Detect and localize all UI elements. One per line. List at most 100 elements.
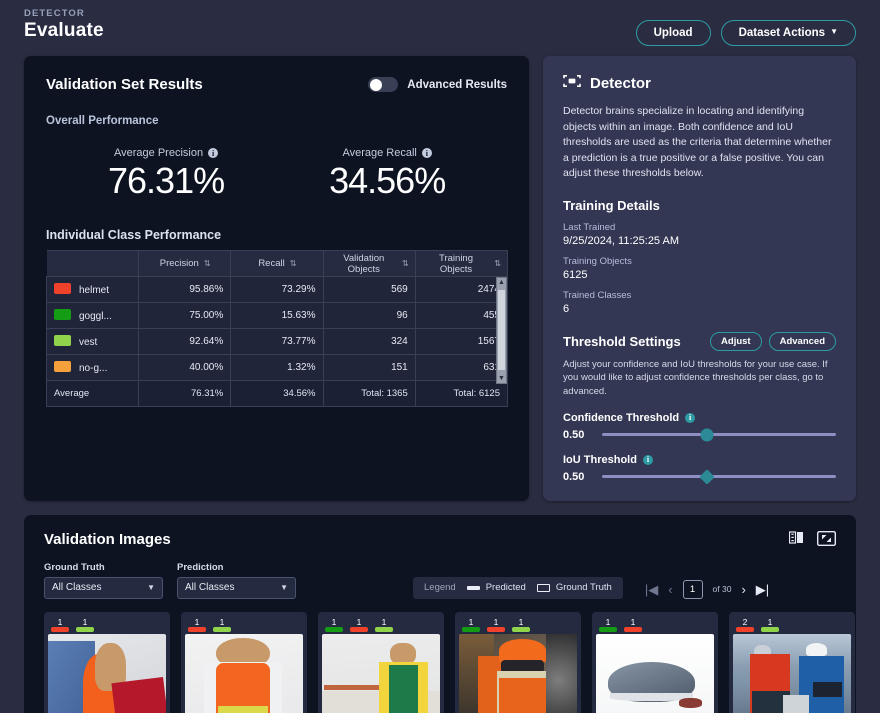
predicted-badges: 111: [459, 616, 577, 634]
scrollbar-thumb[interactable]: [498, 290, 505, 370]
validation-image-card[interactable]: 111: [592, 612, 718, 713]
detector-info-panel: Detector Detector brains specialize in l…: [543, 56, 856, 501]
iou-threshold-row: 0.50: [563, 471, 836, 483]
prev-page-icon[interactable]: ‹: [668, 583, 672, 596]
badge-color-chip: [462, 627, 480, 632]
table-row[interactable]: helmet 95.86% 73.29% 569 2474: [47, 277, 508, 303]
table-row[interactable]: vest 92.64% 73.77% 324 1567: [47, 329, 508, 355]
total-validation-objects: Total: 1365: [323, 381, 415, 407]
sort-icon[interactable]: ⇅: [290, 260, 296, 267]
breadcrumb: DETECTOR: [24, 8, 104, 19]
badge-count: 1: [512, 617, 530, 627]
training-objects-cell: 2474: [415, 277, 507, 303]
info-icon[interactable]: i: [208, 148, 218, 158]
validation-image-thumbnail[interactable]: [322, 634, 440, 713]
predicted-badge: 1: [350, 617, 368, 632]
metric-average-recall: Average Recall i 34.56%: [329, 147, 445, 202]
validation-image-card[interactable]: 21222: [729, 612, 855, 713]
legend-item-predicted: Predicted: [467, 582, 526, 593]
legend-predicted-label: Predicted: [486, 582, 526, 593]
first-page-icon[interactable]: |◀: [645, 583, 658, 596]
toggle-switch[interactable]: [368, 77, 398, 92]
training-objects-cell: 1567: [415, 329, 507, 355]
info-icon[interactable]: i: [643, 455, 653, 465]
badge-color-chip: [350, 627, 368, 632]
dataset-actions-label: Dataset Actions: [739, 27, 826, 39]
prediction-select[interactable]: All Classes ▼: [177, 577, 296, 599]
page-title: Evaluate: [24, 20, 104, 42]
class-color-swatch: [54, 361, 71, 372]
predicted-badge: 2: [736, 617, 754, 632]
badge-count: 1: [487, 617, 505, 627]
table-row[interactable]: goggl... 75.00% 15.63% 96 455: [47, 303, 508, 329]
predicted-badge: 1: [761, 617, 779, 632]
advanced-button[interactable]: Advanced: [769, 332, 836, 351]
info-icon[interactable]: i: [685, 413, 695, 423]
validation-image-thumbnail[interactable]: [733, 634, 851, 713]
sort-icon[interactable]: ⇅: [402, 260, 408, 267]
iou-threshold-slider[interactable]: [602, 475, 836, 478]
slider-thumb[interactable]: [700, 469, 716, 485]
confidence-threshold-value: 0.50: [563, 429, 591, 441]
adjust-button[interactable]: Adjust: [710, 332, 762, 351]
training-objects-value: 6125: [563, 269, 836, 281]
column-header-recall[interactable]: Recall⇅: [231, 251, 323, 277]
sort-icon[interactable]: ⇅: [204, 260, 210, 267]
scroll-up-icon[interactable]: ▲: [498, 278, 505, 287]
chevron-down-icon: ▼: [147, 583, 155, 592]
column-header-validation-objects[interactable]: Validation Objects⇅: [323, 251, 415, 277]
badge-color-chip: [736, 627, 754, 632]
average-precision: 76.31%: [139, 381, 231, 407]
badge-color-chip: [76, 627, 94, 632]
average-label: Average: [47, 381, 139, 407]
slider-thumb[interactable]: [701, 428, 714, 441]
last-trained-value: 9/25/2024, 11:25:25 AM: [563, 235, 836, 247]
page-number-input[interactable]: 1: [683, 580, 703, 599]
validation-image-thumbnail[interactable]: [596, 634, 714, 713]
last-page-icon[interactable]: ▶|: [756, 583, 769, 596]
ground-truth-select[interactable]: All Classes ▼: [44, 577, 163, 599]
predicted-badges: 11: [185, 616, 303, 634]
last-trained-label: Last Trained: [563, 222, 836, 233]
table-header-row: Precision⇅ Recall⇅ Validation Objects⇅ T…: [47, 251, 508, 277]
split-view-icon[interactable]: [789, 531, 805, 550]
scroll-down-icon[interactable]: ▼: [498, 374, 505, 383]
info-icon[interactable]: i: [422, 148, 432, 158]
validation-images-panel: Validation Images Gr: [24, 515, 856, 713]
metric-average-precision: Average Precision i 76.31%: [108, 147, 224, 202]
column-header-precision[interactable]: Precision⇅: [139, 251, 231, 277]
class-name: no-g...: [79, 363, 107, 374]
column-header-training-objects[interactable]: Training Objects⇅: [415, 251, 507, 277]
table-scrollbar[interactable]: ▲ ▼: [496, 277, 507, 384]
confidence-threshold-label: Confidence Threshold i: [563, 412, 836, 424]
predicted-badge: 1: [213, 617, 231, 632]
table-average-row: Average 76.31% 34.56% Total: 1365 Total:…: [47, 381, 508, 407]
predicted-badges: 11: [596, 616, 714, 634]
class-performance-table-wrapper: Precision⇅ Recall⇅ Validation Objects⇅ T…: [46, 250, 508, 407]
table-row[interactable]: no-g... 40.00% 1.32% 151 631: [47, 355, 508, 381]
dataset-actions-button[interactable]: Dataset Actions▼: [721, 20, 856, 46]
metric-label-text: Average Precision: [114, 147, 203, 159]
validation-image-thumbnail[interactable]: [185, 634, 303, 713]
validation-image-card[interactable]: 11111: [181, 612, 307, 713]
class-color-swatch: [54, 283, 71, 294]
table-header: Precision⇅ Recall⇅ Validation Objects⇅ T…: [47, 251, 508, 277]
ground-truth-select-value: All Classes: [52, 582, 101, 593]
legend-ground-truth-label: Ground Truth: [556, 582, 612, 593]
validation-image-thumbnail[interactable]: [48, 634, 166, 713]
next-page-icon[interactable]: ›: [741, 583, 745, 596]
expand-icon[interactable]: [817, 531, 836, 551]
confidence-threshold-slider[interactable]: [602, 433, 836, 436]
class-performance-table: Precision⇅ Recall⇅ Validation Objects⇅ T…: [46, 250, 508, 407]
advanced-results-toggle[interactable]: Advanced Results: [368, 77, 507, 92]
validation-image-thumbnail[interactable]: [459, 634, 577, 713]
validation-image-card[interactable]: 111111: [455, 612, 581, 713]
header-titles: DETECTOR Evaluate: [24, 8, 104, 42]
sort-icon[interactable]: ⇅: [494, 260, 500, 267]
validation-image-card[interactable]: 111111: [318, 612, 444, 713]
validation-image-card[interactable]: 11111: [44, 612, 170, 713]
overall-metrics: Average Precision i 76.31% Average Recal…: [46, 147, 507, 202]
legend-title: Legend: [424, 582, 456, 593]
validation-objects-cell: 569: [323, 277, 415, 303]
upload-button[interactable]: Upload: [636, 20, 711, 46]
